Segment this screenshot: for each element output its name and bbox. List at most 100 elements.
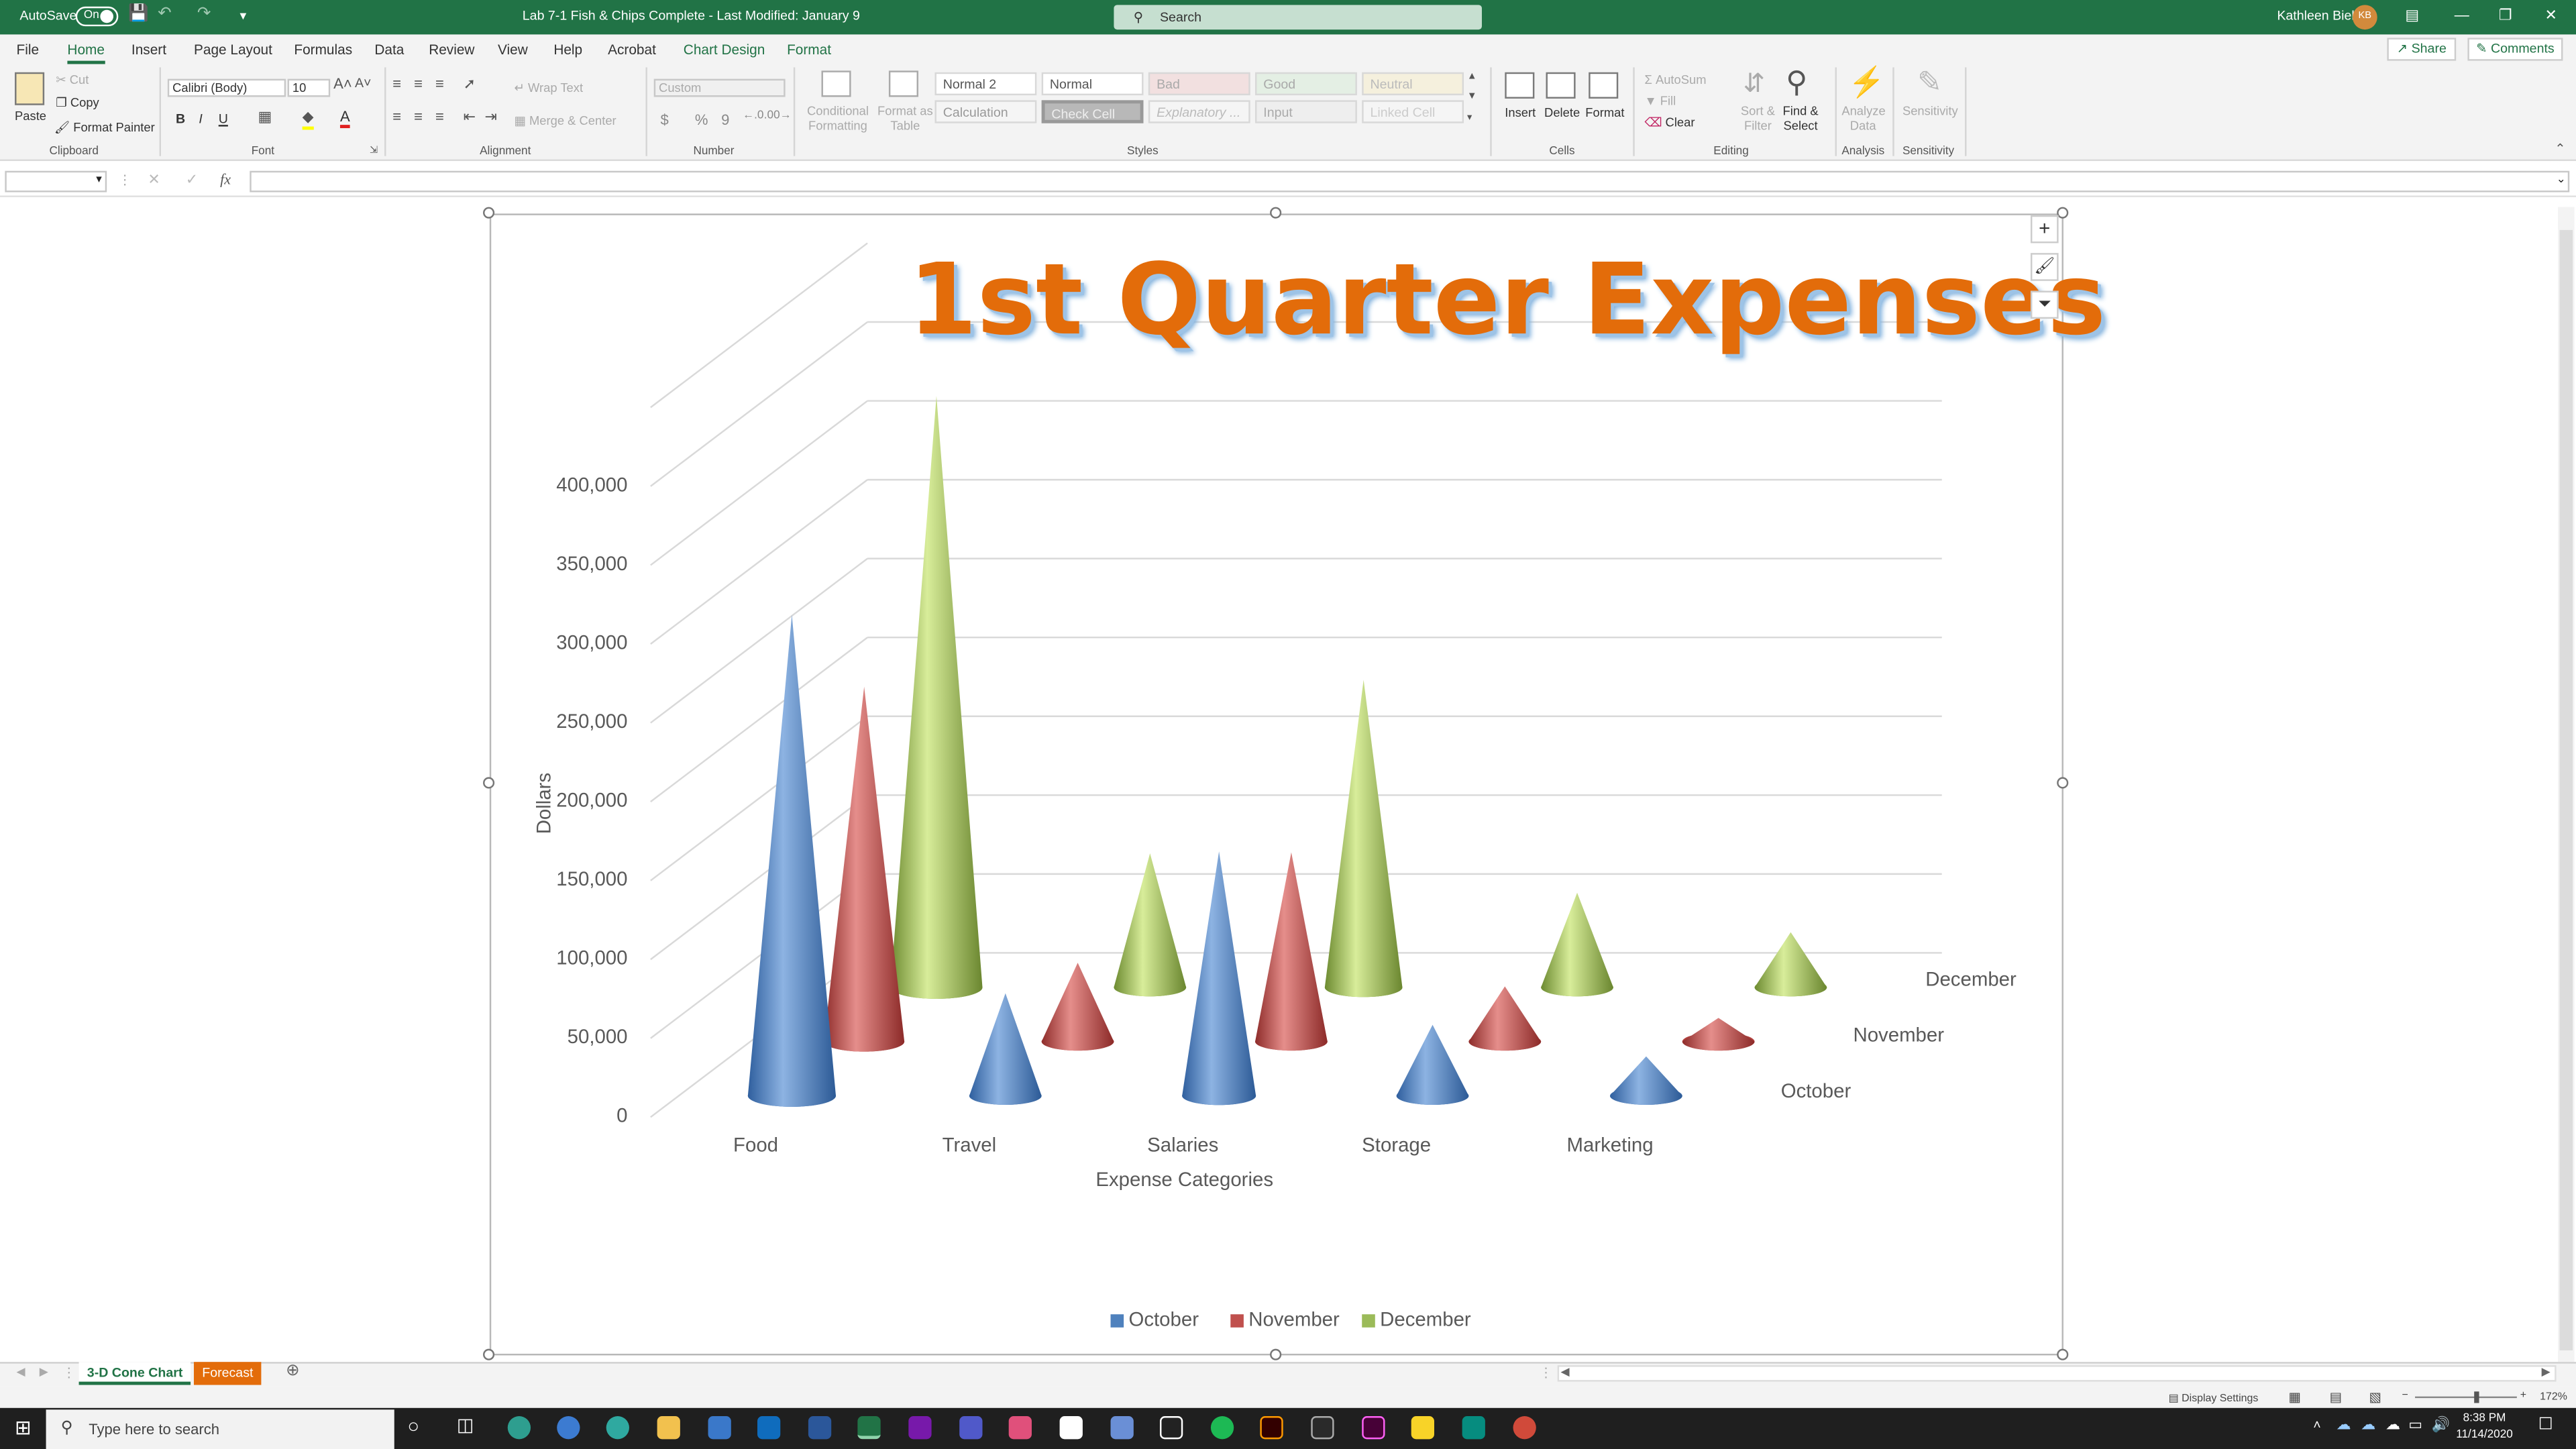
- photos-icon[interactable]: [1008, 1416, 1032, 1440]
- gridline-side: [650, 557, 868, 724]
- legend-entry[interactable]: October: [1128, 1307, 1199, 1330]
- zoom-level[interactable]: 172%: [2540, 1391, 2567, 1403]
- page-layout-view-icon[interactable]: ▤: [2330, 1390, 2343, 1405]
- illustrator-icon[interactable]: [1260, 1416, 1283, 1440]
- volume-icon[interactable]: 🔊: [2432, 1416, 2450, 1434]
- resize-handle-w[interactable]: [483, 777, 495, 789]
- chart-filters-button[interactable]: ⏷: [2030, 290, 2059, 319]
- acrobat-icon[interactable]: [1311, 1416, 1334, 1440]
- y-tick-label: 50,000: [567, 1025, 628, 1049]
- horizontal-scrollbar[interactable]: [1557, 1365, 2557, 1382]
- battery-icon[interactable]: ▭: [2408, 1416, 2422, 1434]
- resize-handle-nw[interactable]: [483, 207, 495, 219]
- dreamweaver-icon[interactable]: [1362, 1416, 1385, 1440]
- excel-window: AutoSave On 💾 ↶ ↷ ▾ Lab 7-1 Fish & Chips…: [0, 0, 2576, 1449]
- cone-body: [1754, 932, 1827, 997]
- sheet-prev-icon[interactable]: ◀: [16, 1365, 25, 1379]
- resize-handle-sw[interactable]: [483, 1348, 495, 1360]
- cone-december[interactable]: [890, 396, 983, 999]
- tray-chevron-icon[interactable]: ˄: [2313, 1417, 2320, 1432]
- sheet-tab-forecast[interactable]: Forecast: [193, 1362, 262, 1385]
- notepad-icon[interactable]: [1059, 1416, 1083, 1440]
- chart-styles-button[interactable]: 🖌: [2030, 253, 2059, 281]
- depth-axis-label: December: [1925, 967, 2017, 991]
- edge-dev-icon[interactable]: [606, 1416, 629, 1440]
- chart-elements-button[interactable]: +: [2030, 215, 2059, 244]
- task-view-icon[interactable]: ◫: [457, 1415, 474, 1436]
- taskbar-clock[interactable]: 8:38 PM 11/14/2020: [2456, 1411, 2513, 1444]
- notifications-icon[interactable]: ☐: [2538, 1416, 2553, 1434]
- zoom-in-icon[interactable]: +: [2520, 1390, 2526, 1401]
- status-bar: ▤ Display Settings ▦ ▤ ▧ − + 172%: [0, 1386, 2576, 1408]
- cone-october[interactable]: [969, 993, 1042, 1105]
- vertical-scroll-thumb[interactable]: [2559, 229, 2573, 1351]
- cone-body: [890, 396, 983, 999]
- page-break-view-icon[interactable]: ▧: [2369, 1390, 2381, 1405]
- edge-beta-icon[interactable]: [557, 1416, 580, 1440]
- zoom-out-icon[interactable]: −: [2402, 1390, 2408, 1401]
- cone-body: [1468, 986, 1542, 1051]
- word-icon[interactable]: [808, 1416, 832, 1440]
- scroll-left-icon[interactable]: ◀: [1561, 1365, 1570, 1379]
- sticky-notes-icon[interactable]: [1411, 1416, 1434, 1440]
- x-axis-title[interactable]: Expense Categories: [920, 1168, 1449, 1191]
- gridline-side: [650, 715, 868, 881]
- app-icon[interactable]: [1513, 1416, 1536, 1440]
- onedrive-business-icon[interactable]: ☁: [2361, 1416, 2375, 1434]
- cone-november[interactable]: [1682, 1018, 1755, 1051]
- edge-icon[interactable]: [507, 1416, 531, 1440]
- outlook-icon[interactable]: [757, 1416, 781, 1440]
- onedrive-icon[interactable]: ☁: [2336, 1416, 2351, 1434]
- sheet-next-icon[interactable]: ▶: [40, 1365, 48, 1379]
- file-explorer-icon[interactable]: [657, 1416, 680, 1440]
- legend-swatch: [1230, 1314, 1244, 1328]
- sheet-tab-3d-cone-chart[interactable]: 3-D Cone Chart: [78, 1362, 191, 1385]
- resize-handle-e[interactable]: [2057, 777, 2069, 789]
- gridline-side: [650, 400, 868, 566]
- cone-november[interactable]: [1468, 986, 1542, 1051]
- windows-start-icon[interactable]: ⊞: [15, 1416, 32, 1439]
- spotify-icon[interactable]: [1210, 1416, 1234, 1440]
- cone-october[interactable]: [1610, 1056, 1682, 1105]
- excel-icon[interactable]: [857, 1416, 881, 1440]
- resize-handle-ne[interactable]: [2057, 207, 2069, 219]
- cone-december[interactable]: [1541, 892, 1613, 997]
- resize-handle-se[interactable]: [2057, 1348, 2069, 1360]
- display-settings-button[interactable]: ▤ Display Settings: [2169, 1391, 2259, 1405]
- cone-november[interactable]: [1255, 852, 1328, 1051]
- add-sheet-icon[interactable]: ⊕: [286, 1362, 300, 1380]
- cone-october[interactable]: [1396, 1024, 1469, 1105]
- cone-november[interactable]: [824, 686, 905, 1052]
- sheet-more-icon[interactable]: ⋮: [62, 1365, 76, 1380]
- taskbar-search-input[interactable]: ⚲ Type here to search: [46, 1409, 394, 1449]
- zoom-slider[interactable]: [2415, 1396, 2517, 1399]
- chart-title[interactable]: 1st Quarter Expenses: [908, 243, 2106, 358]
- y-axis-title[interactable]: Dollars: [532, 771, 555, 837]
- zoom-slider-thumb[interactable]: [2474, 1391, 2479, 1403]
- cone-body: [1255, 852, 1328, 1051]
- cone-december[interactable]: [1754, 932, 1827, 997]
- legend-entry[interactable]: December: [1380, 1307, 1471, 1330]
- resize-handle-s[interactable]: [1270, 1348, 1282, 1360]
- kindle-icon[interactable]: [1159, 1416, 1183, 1440]
- resize-handle-n[interactable]: [1270, 207, 1282, 219]
- cone-november[interactable]: [1041, 963, 1114, 1051]
- cortana-icon[interactable]: ○: [407, 1415, 419, 1438]
- tab-split-icon[interactable]: ⋮: [1540, 1365, 1553, 1380]
- filter-icon: ⏷: [2037, 295, 2051, 314]
- cone-body: [1610, 1056, 1682, 1105]
- cloud-icon[interactable]: ☁: [2385, 1416, 2400, 1434]
- y-tick-label: 0: [616, 1104, 628, 1128]
- store-icon[interactable]: [708, 1416, 731, 1440]
- cone-october[interactable]: [747, 614, 837, 1107]
- normal-view-icon[interactable]: ▦: [2288, 1390, 2301, 1405]
- teams-icon[interactable]: [959, 1416, 983, 1440]
- legend-swatch: [1362, 1314, 1375, 1328]
- publisher-icon[interactable]: [1462, 1416, 1485, 1440]
- cone-october[interactable]: [1182, 851, 1256, 1106]
- legend-entry[interactable]: November: [1248, 1307, 1340, 1330]
- onenote-icon[interactable]: [908, 1416, 932, 1440]
- calculator-icon[interactable]: [1110, 1416, 1134, 1440]
- cone-december[interactable]: [1324, 680, 1403, 998]
- scroll-right-icon[interactable]: ▶: [2542, 1365, 2551, 1379]
